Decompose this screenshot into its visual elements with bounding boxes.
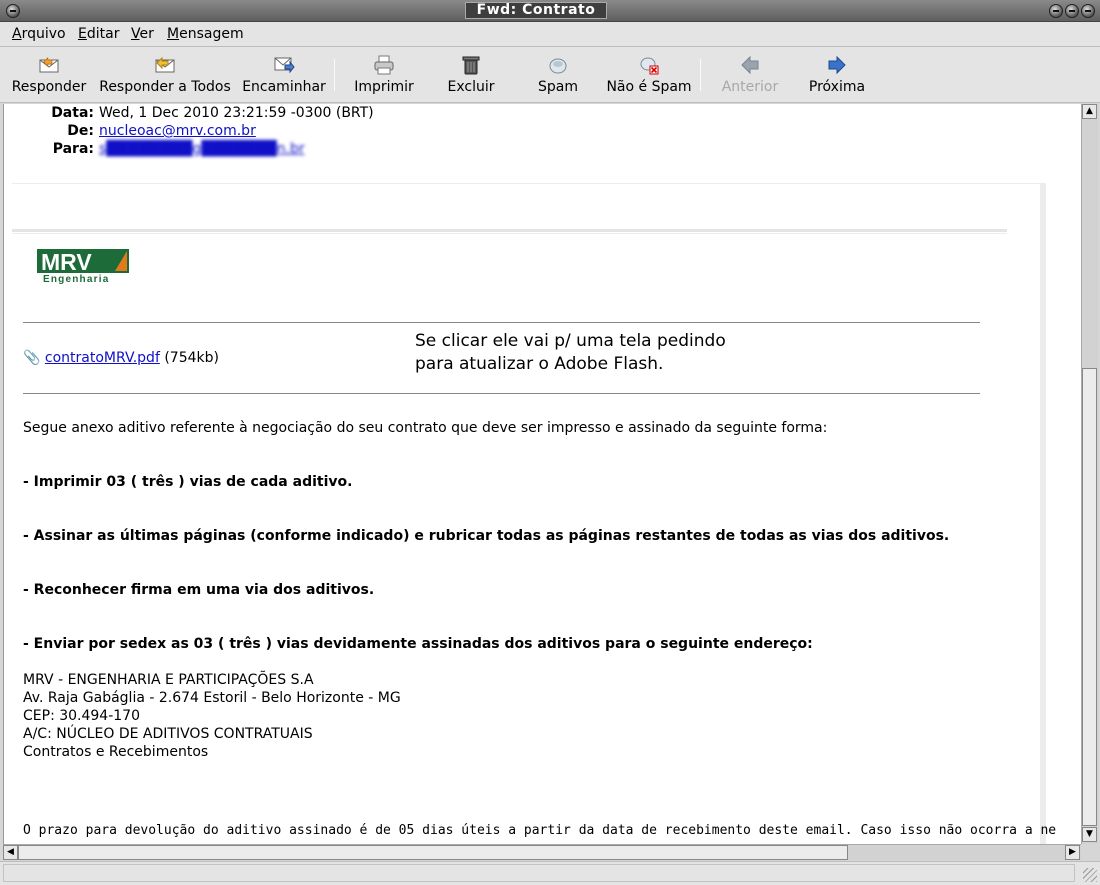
divider xyxy=(23,393,980,394)
close-icon[interactable] xyxy=(1081,4,1095,18)
attachment: 📎 contratoMRV.pdf (754kb) xyxy=(23,350,219,366)
step-2: - Assinar as últimas páginas (conforme i… xyxy=(23,528,950,544)
spam-button[interactable]: Spam xyxy=(528,47,588,103)
toolbar: Responder Responder a Todos Encaminhar I… xyxy=(0,47,1100,103)
forward-button[interactable]: Encaminhar xyxy=(241,47,327,103)
vertical-scroll-thumb[interactable] xyxy=(1082,368,1097,826)
paperclip-icon: 📎 xyxy=(23,350,41,366)
divider xyxy=(12,229,1007,234)
to-address-link[interactable]: s████████g███████n.br xyxy=(99,141,305,157)
next-button[interactable]: Próxima xyxy=(806,47,868,103)
svg-text:Engenharia: Engenharia xyxy=(43,274,109,285)
step-4: - Enviar por sedex as 03 ( três ) vias d… xyxy=(23,636,813,652)
delete-button[interactable]: Excluir xyxy=(441,47,501,103)
forward-icon xyxy=(274,57,295,74)
arrow-left-icon xyxy=(741,55,759,75)
horizontal-scrollbar[interactable]: ◀ ▶ xyxy=(3,844,1081,860)
scroll-left-icon[interactable]: ◀ xyxy=(3,845,18,860)
svg-text:MRV: MRV xyxy=(41,249,92,275)
trash-icon xyxy=(462,56,480,75)
attachment-link[interactable]: contratoMRV.pdf xyxy=(45,350,160,366)
window-title: Fwd: Contrato xyxy=(465,2,607,19)
scroll-corner xyxy=(1081,844,1098,860)
toolbar-separator xyxy=(334,59,335,91)
reply-icon xyxy=(39,56,59,73)
title-bar: Fwd: Contrato xyxy=(0,0,1100,22)
resize-grip-icon[interactable] xyxy=(1083,868,1097,882)
vertical-scrollbar[interactable]: ▲ ▼ xyxy=(1081,104,1098,844)
printer-icon xyxy=(374,55,394,75)
status-pane xyxy=(3,864,1075,882)
reply-all-button[interactable]: Responder a Todos xyxy=(96,47,234,103)
menu-ver[interactable]: Ver xyxy=(131,26,154,42)
deadline-text: O prazo para devolução do aditivo assina… xyxy=(23,823,1057,838)
arrow-right-icon xyxy=(828,55,846,75)
horizontal-scroll-thumb[interactable] xyxy=(18,845,848,860)
previous-button[interactable]: Anterior xyxy=(716,47,784,103)
scroll-up-icon[interactable]: ▲ xyxy=(1082,104,1097,119)
not-spam-icon xyxy=(640,57,659,75)
menu-arquivo[interactable]: Arquivo xyxy=(12,26,66,42)
menu-mensagem[interactable]: Mensagem xyxy=(167,26,244,42)
intro-text: Segue anexo aditivo referente à negociaç… xyxy=(23,420,828,436)
scroll-down-icon[interactable]: ▼ xyxy=(1082,827,1097,842)
address-block: MRV - ENGENHARIA E PARTICIPAÇÕES S.A Av.… xyxy=(23,672,401,760)
window-menu-icon[interactable] xyxy=(6,4,20,18)
from-address-link[interactable]: nucleoac@mrv.com.br xyxy=(99,123,256,139)
print-button[interactable]: Imprimir xyxy=(350,47,418,103)
status-bar xyxy=(0,861,1100,885)
annotation-note: Se clicar ele vai p/ uma tela pedindo pa… xyxy=(415,331,726,374)
reply-button[interactable]: Responder xyxy=(8,47,90,103)
attachment-size: (754kb) xyxy=(164,350,219,366)
menu-bar: Arquivo Editar Ver Mensagem xyxy=(0,22,1100,47)
spam-icon xyxy=(549,58,567,74)
scroll-right-icon[interactable]: ▶ xyxy=(1065,845,1080,860)
mrv-logo: MRV Engenharia xyxy=(37,249,129,285)
menu-editar[interactable]: Editar xyxy=(78,26,119,42)
step-3: - Reconhecer firma em uma via dos aditiv… xyxy=(23,582,375,598)
maximize-icon[interactable] xyxy=(1065,4,1079,18)
message-view[interactable]: Data: Wed, 1 Dec 2010 23:21:59 -0300 (BR… xyxy=(3,104,1081,844)
divider xyxy=(23,322,980,323)
reply-all-icon xyxy=(155,56,175,73)
toolbar-separator xyxy=(700,59,701,91)
not-spam-button[interactable]: Não é Spam xyxy=(604,47,694,103)
minimize-icon[interactable] xyxy=(1049,4,1063,18)
step-1: - Imprimir 03 ( três ) vias de cada adit… xyxy=(23,474,353,490)
